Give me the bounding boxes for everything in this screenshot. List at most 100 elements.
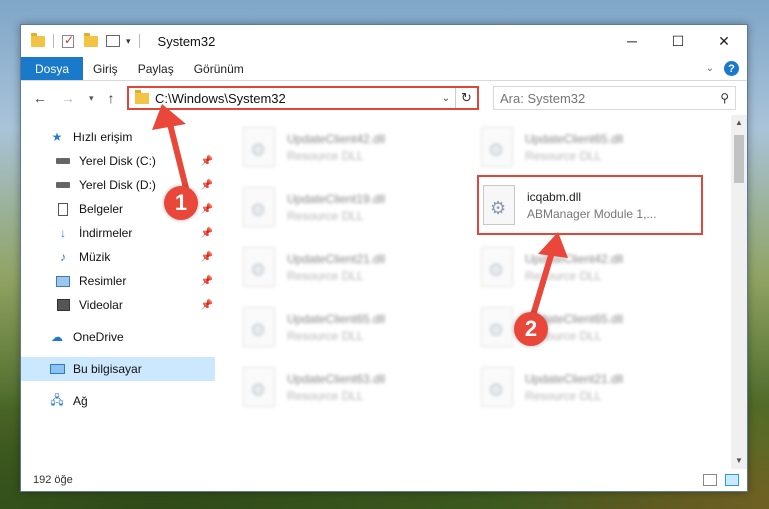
address-bar[interactable]: C:\Windows\System32 ⌄ ↻ — [127, 86, 479, 110]
computer-icon — [49, 362, 65, 376]
sidebar-item-label: OneDrive — [73, 330, 124, 344]
navigation-buttons: ← → ▾ ↑ — [21, 90, 115, 106]
window-title: System32 — [157, 33, 216, 49]
tab-share[interactable]: Paylaş — [128, 57, 184, 80]
dll-file-icon: ⚙ — [483, 185, 515, 225]
address-row: ← → ▾ ↑ C:\Windows\System32 ⌄ ↻ ⚲ — [21, 81, 747, 115]
file-item[interactable]: ⚙ UpdateClient21.dll Resource DLL — [243, 241, 463, 293]
sidebar-item-disk-c[interactable]: Yerel Disk (C:) 📌 — [21, 149, 215, 173]
tab-file[interactable]: Dosya — [21, 57, 84, 80]
sidebar-item-label: Resimler — [79, 274, 127, 288]
file-type: ABManager Module 1,... — [527, 206, 657, 221]
view-toggle — [703, 474, 739, 486]
scroll-up-icon[interactable]: ▲ — [731, 115, 747, 131]
new-folder-icon[interactable] — [84, 32, 98, 47]
sidebar-item-label: Yerel Disk (D:) — [79, 178, 156, 192]
refresh-icon[interactable]: ↻ — [455, 88, 477, 108]
sidebar-item-onedrive[interactable]: ☁ OneDrive — [21, 325, 215, 349]
search-input[interactable] — [500, 90, 721, 106]
status-bar: 192 öğe — [21, 469, 747, 491]
sidebar-item-quick-access[interactable]: ★ Hızlı erişim — [21, 125, 215, 149]
file-name: UpdateClient42.dll — [525, 251, 624, 266]
file-type: Resource DLL — [287, 388, 364, 403]
sidebar-item-downloads[interactable]: ↓ İndirmeler 📌 — [21, 221, 215, 245]
sidebar-item-label: Hızlı erişim — [73, 130, 133, 144]
pin-icon[interactable]: 📌 — [201, 252, 213, 263]
download-icon: ↓ — [60, 226, 66, 240]
pin-icon[interactable]: 📌 — [201, 228, 213, 239]
ribbon-tabs: Dosya Giriş Paylaş Görünüm ⌄ ? — [21, 57, 747, 81]
navigation-pane: ★ Hızlı erişim Yerel Disk (C:) 📌 Yerel D… — [21, 115, 215, 469]
chevron-down-icon[interactable]: ▾ — [126, 36, 131, 47]
file-type: Resource DLL — [525, 268, 602, 283]
close-button[interactable]: ✕ — [701, 25, 747, 57]
sidebar-item-network[interactable]: 🖧 Ağ — [21, 389, 215, 413]
vertical-scrollbar[interactable]: ▲ ▼ — [731, 115, 747, 469]
file-name: icqabm.dll — [527, 189, 582, 204]
scroll-thumb[interactable] — [734, 135, 744, 183]
sidebar-item-label: Bu bilgisayar — [73, 362, 142, 376]
pin-icon[interactable]: 📌 — [201, 156, 213, 167]
maximize-button[interactable]: ☐ — [655, 25, 701, 57]
sidebar-item-label: İndirmeler — [79, 226, 133, 240]
video-icon — [55, 298, 71, 312]
address-path[interactable]: C:\Windows\System32 — [155, 91, 437, 106]
scroll-down-icon[interactable]: ▼ — [731, 453, 747, 469]
divider — [138, 34, 140, 48]
properties-icon[interactable] — [62, 33, 74, 48]
dll-file-icon: ⚙ — [243, 247, 275, 287]
file-type: Resource DLL — [525, 388, 602, 403]
chevron-down-icon[interactable]: ⌄ — [437, 93, 455, 104]
divider — [53, 34, 54, 48]
folder-icon — [31, 32, 45, 47]
file-type: Resource DLL — [525, 148, 602, 163]
file-item[interactable]: ⚙ UpdateClient63.dll Resource DLL — [243, 361, 463, 413]
quick-access-toolbar: ▾ — [21, 32, 144, 48]
customize-icon[interactable] — [106, 35, 120, 47]
recent-locations-icon[interactable]: ▾ — [89, 93, 94, 104]
cloud-icon: ☁ — [51, 330, 63, 344]
dll-file-icon: ⚙ — [481, 247, 513, 287]
file-item-icqabm[interactable]: ⚙ icqabm.dll ABManager Module 1,... — [477, 175, 703, 235]
dll-file-icon: ⚙ — [243, 367, 275, 407]
minimize-button[interactable]: ─ — [609, 25, 655, 57]
pin-icon[interactable]: 📌 — [201, 276, 213, 287]
pin-icon[interactable]: 📌 — [201, 204, 213, 215]
file-item[interactable]: ⚙ UpdateClient65.dll Resource DLL — [481, 121, 701, 173]
dll-file-icon: ⚙ — [243, 307, 275, 347]
sidebar-item-label: Ağ — [73, 394, 88, 408]
pin-icon[interactable]: 📌 — [201, 180, 213, 191]
ribbon-right: ⌄ ? — [706, 61, 739, 76]
network-icon: 🖧 — [50, 392, 64, 407]
sidebar-item-label: Yerel Disk (C:) — [79, 154, 156, 168]
item-count: 192 öğe — [33, 474, 73, 486]
title-bar: ▾ System32 ─ ☐ ✕ — [21, 25, 747, 57]
tab-home[interactable]: Giriş — [83, 57, 128, 80]
file-item[interactable]: ⚙ UpdateClient21.dll Resource DLL — [481, 361, 701, 413]
star-icon: ★ — [51, 130, 63, 144]
file-item[interactable]: ⚙ UpdateClient19.dll Resource DLL — [243, 181, 463, 233]
forward-arrow-icon[interactable]: → — [61, 90, 75, 106]
sidebar-item-music[interactable]: ♪ Müzik 📌 — [21, 245, 215, 269]
pin-icon[interactable]: 📌 — [201, 300, 213, 311]
file-type: Resource DLL — [287, 208, 364, 223]
sidebar-item-pictures[interactable]: Resimler 📌 — [21, 269, 215, 293]
file-item[interactable]: ⚙ UpdateClient65.dll Resource DLL — [243, 301, 463, 353]
details-view-icon[interactable] — [703, 474, 717, 486]
sidebar-item-videos[interactable]: Videolar 📌 — [21, 293, 215, 317]
dll-file-icon: ⚙ — [481, 127, 513, 167]
back-arrow-icon[interactable]: ← — [33, 90, 47, 106]
file-item[interactable]: ⚙ UpdateClient42.dll Resource DLL — [481, 241, 701, 293]
picture-icon — [55, 274, 71, 288]
help-icon[interactable]: ? — [724, 61, 739, 76]
sidebar-item-this-pc[interactable]: Bu bilgisayar — [21, 357, 215, 381]
file-name: UpdateClient21.dll — [287, 251, 386, 266]
expand-ribbon-icon[interactable]: ⌄ — [706, 63, 714, 74]
up-arrow-icon[interactable]: ↑ — [108, 90, 115, 106]
music-icon: ♪ — [60, 250, 66, 264]
tiles-view-icon[interactable] — [725, 474, 739, 486]
tab-view[interactable]: Görünüm — [184, 57, 254, 80]
search-box[interactable]: ⚲ — [493, 86, 736, 110]
window-controls: ─ ☐ ✕ — [609, 25, 747, 57]
file-item[interactable]: ⚙ UpdateClient42.dll Resource DLL — [243, 121, 463, 173]
